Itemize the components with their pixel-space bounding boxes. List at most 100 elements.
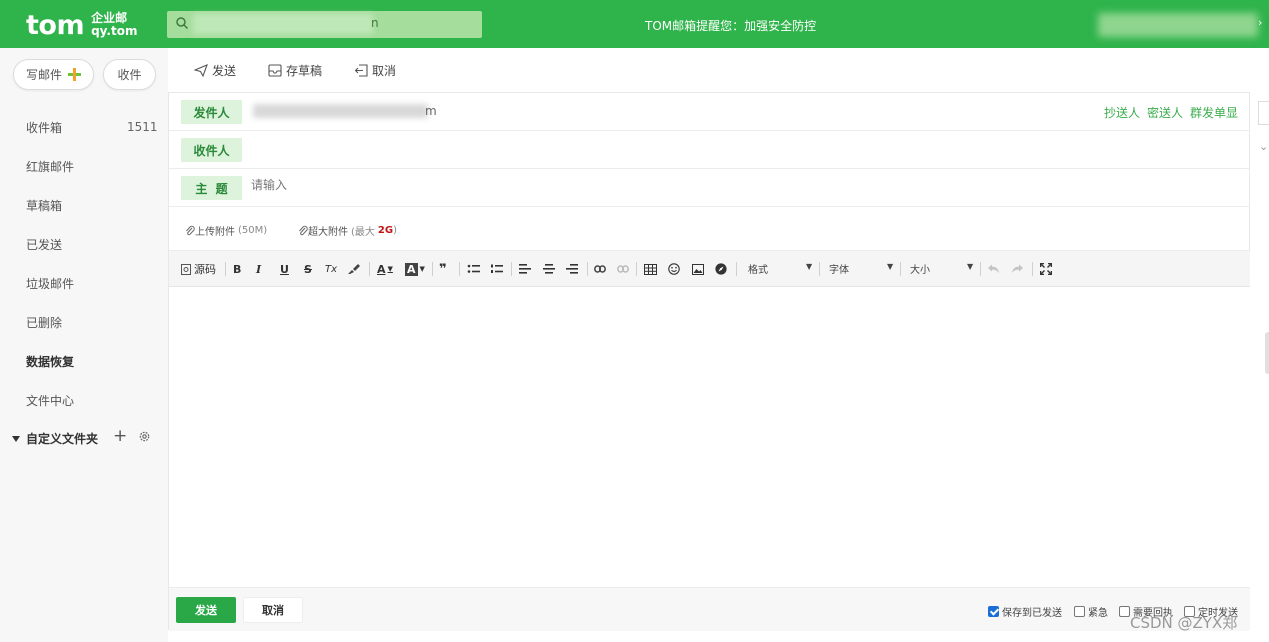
sidebar-item-spam[interactable]: 垃圾邮件 [26,275,74,292]
recipient-row[interactable]: 收件人 [169,131,1250,169]
size-select[interactable]: 大小 [910,261,930,276]
compose-label: 写邮件 [25,68,62,82]
search-input[interactable]: n [167,11,482,38]
sidebar-item-deleted[interactable]: 已删除 [26,314,62,331]
sidebar-item-recovery[interactable]: 数据恢复 [26,353,74,370]
unlink-button[interactable] [617,261,629,277]
user-account-redacted[interactable] [1098,13,1258,37]
bcc-link[interactable]: 密送人 [1147,104,1183,121]
image-button[interactable] [692,261,704,277]
table-button[interactable] [644,261,657,277]
checkbox-unchecked [1074,606,1085,617]
fullscreen-icon [1040,263,1052,275]
size-caret-icon: ▼ [967,262,974,271]
plus-icon [68,68,81,81]
cancel-button[interactable]: 取消 [243,597,303,623]
toolbar-send-label: 发送 [212,64,237,78]
strikethrough-button[interactable]: S [304,261,312,277]
align-left-icon [519,264,531,274]
font-select[interactable]: 字体 [829,261,849,276]
link-button[interactable] [594,261,606,277]
side-panel-handle[interactable] [1265,332,1269,374]
save-to-sent-checkbox[interactable]: 保存到已发送 [988,604,1062,619]
align-left-button[interactable] [519,261,531,277]
emoji-button[interactable] [668,261,680,277]
sender-label: 发件人 [181,100,242,124]
separate-send-link[interactable]: 群发单显 [1190,104,1238,121]
gear-icon[interactable] [138,430,151,443]
subject-input[interactable] [251,178,1151,192]
italic-button[interactable]: I [256,261,261,277]
urgent-checkbox[interactable]: 紧急 [1074,604,1108,619]
large-attachment-label: 超大附件 [308,227,348,238]
image-icon [692,263,704,275]
subject-label: 主 题 [181,176,242,200]
toolbar-cancel-button[interactable]: 取消 [354,62,396,79]
sidebar-item-sent[interactable]: 已发送 [26,236,62,253]
fullscreen-button[interactable] [1040,261,1052,277]
quote-button[interactable]: ❞ [439,261,447,277]
logo-line2: qy.tom [91,24,138,38]
format-caret-icon: ▼ [806,262,813,271]
sender-value[interactable]: m [425,104,437,118]
custom-folders-toggle[interactable]: 自定义文件夹 [12,430,98,447]
undo-button[interactable] [987,261,1000,277]
side-panel-tab[interactable] [1258,101,1269,125]
bullet-list-button[interactable] [467,261,481,277]
align-center-button[interactable] [543,261,555,277]
sender-row: 发件人 m 抄送人 密送人 群发单显 [169,93,1250,131]
source-button[interactable]: 源码 [181,261,216,277]
toolbar-send-button[interactable]: 发送 [194,62,236,79]
sidebar-item-flagged[interactable]: 红旗邮件 [26,158,74,175]
exit-icon [354,64,368,77]
sidebar-item-drafts[interactable]: 草稿箱 [26,197,62,214]
compose-toolbar: 发送 存草稿 取消 [168,48,1269,92]
unlink-icon [617,265,629,273]
add-folder-icon[interactable]: + [113,428,127,445]
cc-link[interactable]: 抄送人 [1104,104,1140,121]
compass-icon [715,263,727,275]
table-icon [644,263,657,275]
compose-footer: 发送 取消 保存到已发送 紧急 需要回执 定时发送 [169,587,1250,631]
urgent-label: 紧急 [1088,608,1108,619]
upload-attachment-label: 上传附件 [195,227,235,238]
watermark: CSDN @ZYX郑 [1130,614,1238,632]
save-draft-icon [268,64,282,77]
font-color-button[interactable]: A ▼ [377,261,393,277]
clear-format-button[interactable]: Tx [325,261,337,277]
logo[interactable]: tom 企业邮 qy.tom [26,8,137,42]
chevron-down-icon[interactable]: ⌄ [1259,140,1268,153]
upload-attachment-button[interactable]: 上传附件 (50M) [185,223,267,238]
sidebar-item-files[interactable]: 文件中心 [26,392,74,409]
subject-row: 主 题 [169,169,1250,207]
receive-button[interactable]: 收件 [103,59,156,90]
large-attachment-prefix: (最大 [351,227,375,238]
large-attachment-button[interactable]: 超大附件 (最大 2G ) [298,223,397,238]
custom-folders-label: 自定义文件夹 [26,432,99,446]
numbered-list-button[interactable] [490,261,504,277]
format-select[interactable]: 格式 [748,261,768,276]
numbered-list-icon [491,264,503,273]
bullet-list-icon [467,264,480,273]
bg-color-button[interactable]: A ▼ [405,261,425,277]
right-side-panel: ⌄ [1250,92,1269,630]
search-icon [176,17,189,30]
bold-button[interactable]: B [233,261,241,277]
compose-button[interactable]: 写邮件 [13,59,94,90]
editor-body[interactable] [169,287,1250,587]
user-menu-caret[interactable]: › [1258,16,1262,29]
sender-redacted [253,104,428,118]
format-painter-button[interactable] [347,261,361,277]
underline-button[interactable]: U [280,261,289,277]
redo-button[interactable] [1011,261,1024,277]
brush-icon [348,264,360,274]
save-draft-button[interactable]: 存草稿 [268,62,322,79]
paperclip-icon [299,225,308,236]
compass-button[interactable] [715,261,727,277]
top-bar: tom 企业邮 qy.tom n TOM邮箱提醒您：加强安全防控 › [0,0,1269,48]
sidebar-item-inbox[interactable]: 收件箱 [26,119,62,136]
source-label: 源码 [194,263,216,276]
send-button[interactable]: 发送 [176,597,236,623]
checkbox-checked [988,606,999,617]
align-right-button[interactable] [566,261,578,277]
